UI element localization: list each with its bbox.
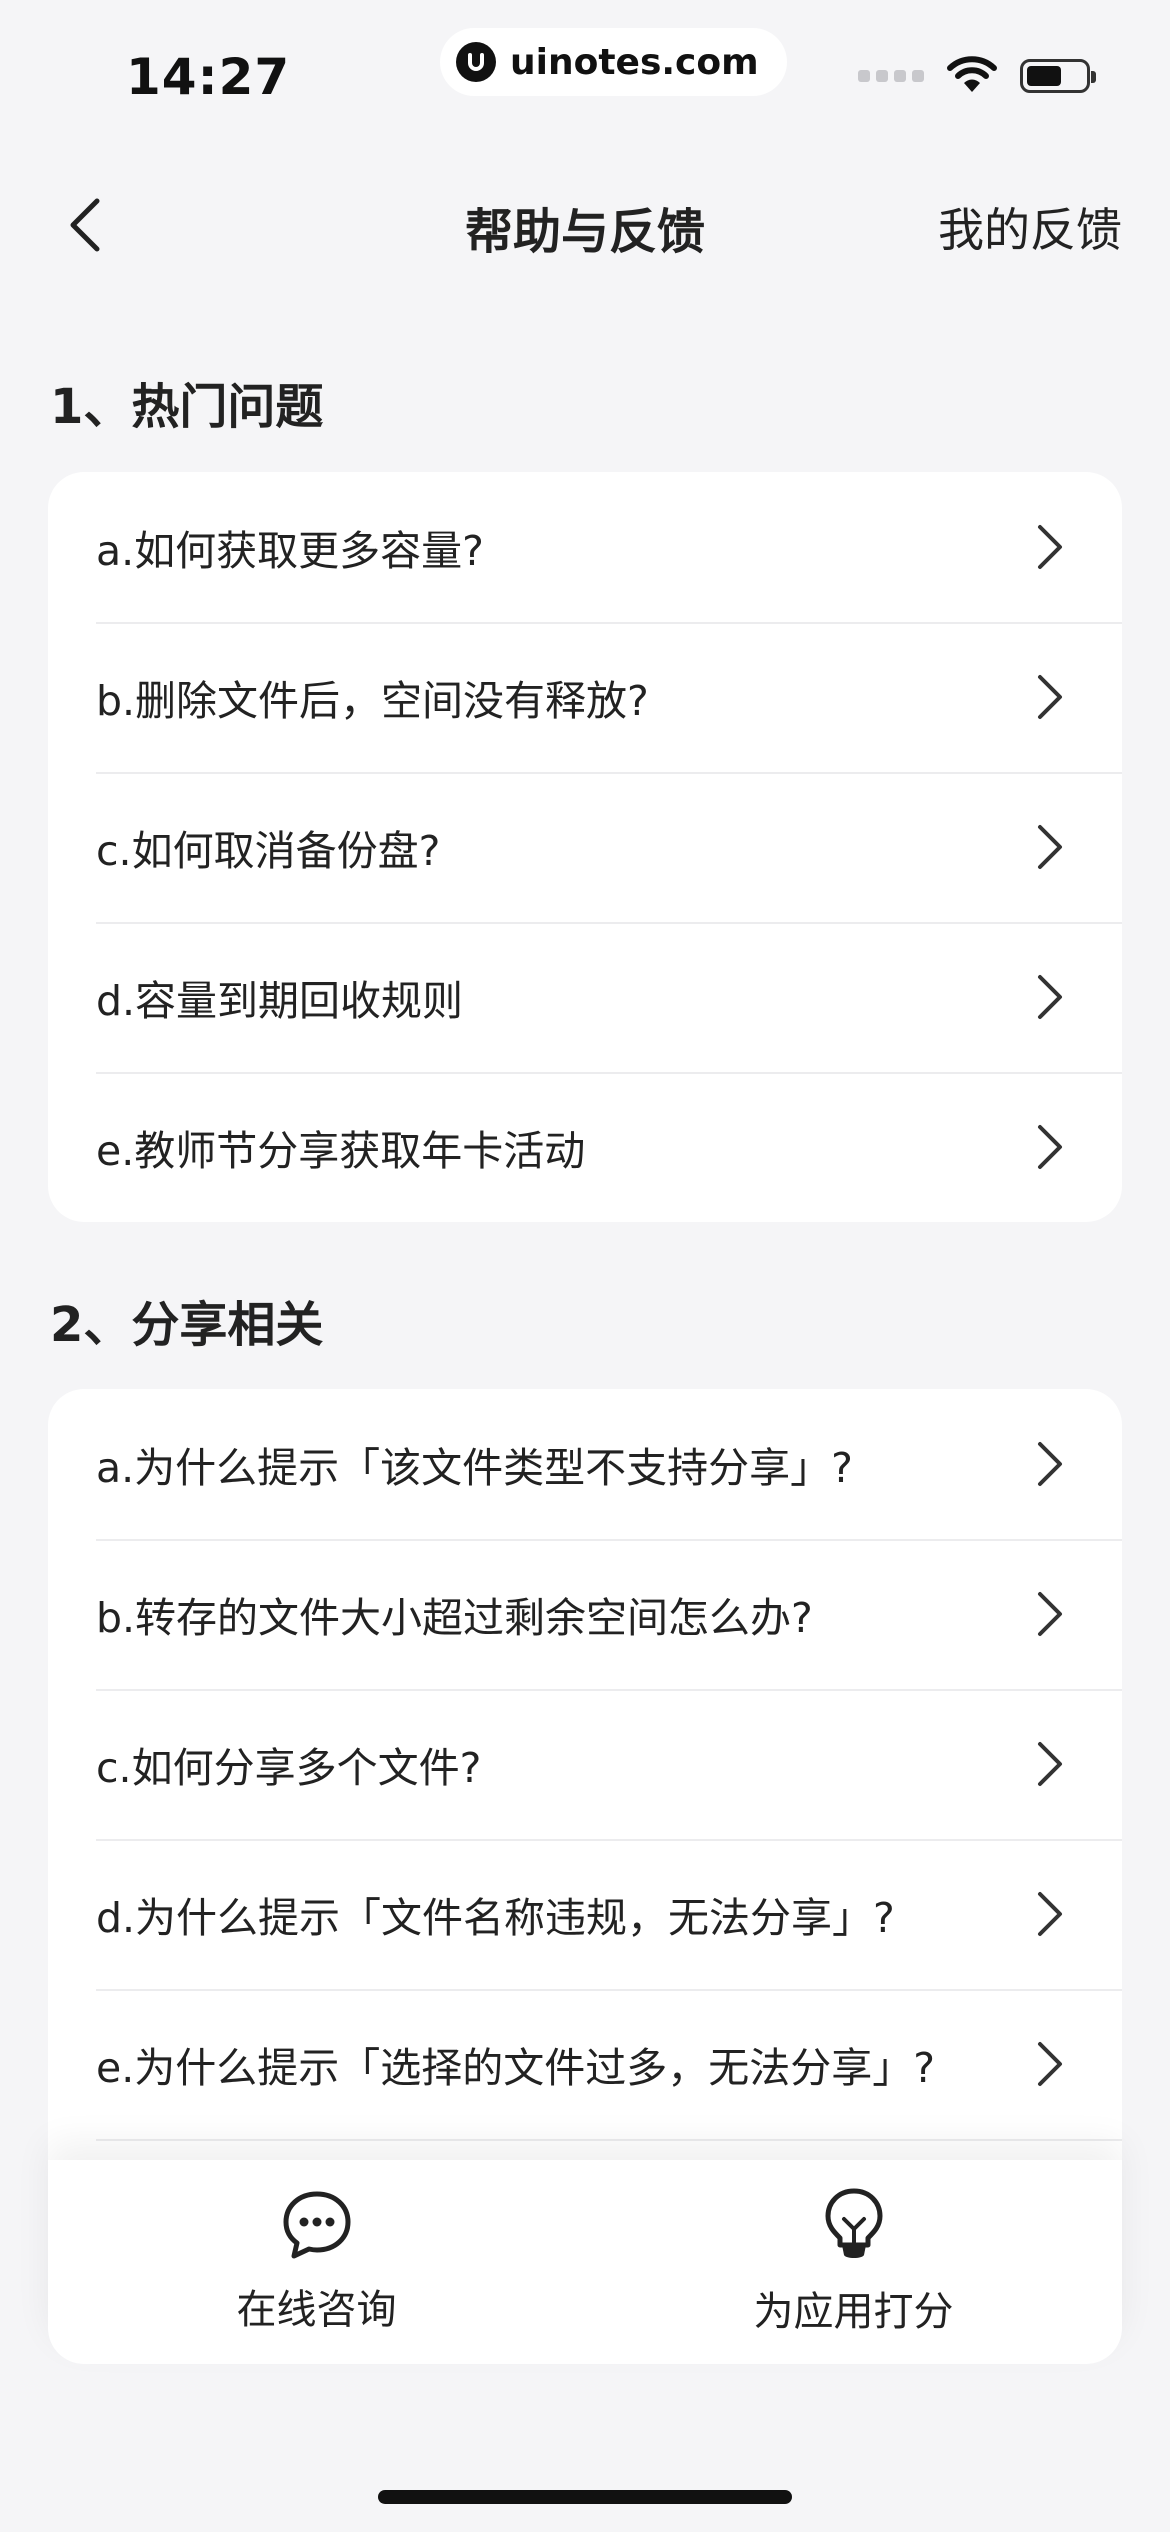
list-item-label: b.删除文件后，空间没有释放? — [96, 677, 649, 725]
list-item[interactable]: e.教师节分享获取年卡活动 — [48, 1072, 1122, 1222]
chat-bubble-icon — [281, 2189, 353, 2265]
online-consult-label: 在线咨询 — [236, 2287, 397, 2333]
battery-icon — [1020, 59, 1096, 93]
bottom-action-bar: 在线咨询 为应用打分 — [48, 2160, 1122, 2364]
list-item-label: c.如何取消备份盘? — [96, 827, 441, 875]
list-item[interactable]: b.删除文件后，空间没有释放? — [48, 622, 1122, 772]
home-indicator[interactable] — [378, 2490, 792, 2504]
list-item-label: e.为什么提示「选择的文件过多，无法分享」? — [96, 2044, 936, 2092]
lightbulb-icon — [822, 2187, 886, 2267]
list-item-label: e.教师节分享获取年卡活动 — [96, 1127, 586, 1175]
list-item[interactable]: c.如何取消备份盘? — [48, 772, 1122, 922]
status-time: 14:27 — [126, 48, 291, 106]
battery-level-fill — [1027, 66, 1061, 86]
list-item-label: c.如何分享多个文件? — [96, 1744, 482, 1792]
list-item[interactable]: d.容量到期回收规则 — [48, 922, 1122, 1072]
rate-app-label: 为应用打分 — [753, 2289, 954, 2335]
chevron-right-icon — [1030, 1122, 1070, 1172]
list-item-label: d.容量到期回收规则 — [96, 977, 464, 1025]
wifi-icon — [946, 54, 998, 98]
list-item[interactable]: a.如何获取更多容量? — [48, 472, 1122, 622]
section-title-hot-questions: 1、热门问题 — [50, 379, 324, 435]
list-item-label: a.如何获取更多容量? — [96, 527, 484, 575]
hot-questions-card: a.如何获取更多容量? b.删除文件后，空间没有释放? c.如何取消备份盘? d… — [48, 472, 1122, 1222]
list-item[interactable]: c.如何分享多个文件? — [48, 1689, 1122, 1839]
section-title-sharing: 2、分享相关 — [50, 1297, 324, 1353]
chevron-right-icon — [1030, 672, 1070, 722]
watermark-badge: uinotes.com — [440, 28, 787, 96]
watermark-text: uinotes.com — [510, 41, 759, 83]
list-item[interactable]: a.为什么提示「该文件类型不支持分享」? — [48, 1389, 1122, 1539]
rate-app-button[interactable]: 为应用打分 — [585, 2160, 1122, 2364]
chevron-right-icon — [1030, 1739, 1070, 1789]
chevron-right-icon — [1030, 972, 1070, 1022]
uinotes-logo-icon — [456, 42, 496, 82]
my-feedback-button[interactable]: 我的反馈 — [938, 194, 1122, 260]
status-bar: 14:27 uinotes.com — [0, 0, 1170, 150]
list-item[interactable]: b.转存的文件大小超过剩余空间怎么办? — [48, 1539, 1122, 1689]
status-indicators — [858, 54, 1096, 98]
list-item[interactable]: d.为什么提示「文件名称违规，无法分享」? — [48, 1839, 1122, 1989]
list-item-label: d.为什么提示「文件名称违规，无法分享」? — [96, 1894, 895, 1942]
chevron-right-icon — [1030, 2039, 1070, 2089]
navigation-bar: 帮助与反馈 我的反馈 — [0, 150, 1170, 300]
list-item[interactable]: e.为什么提示「选择的文件过多，无法分享」? — [48, 1989, 1122, 2139]
chevron-right-icon — [1030, 522, 1070, 572]
chevron-right-icon — [1030, 1439, 1070, 1489]
chevron-right-icon — [1030, 1589, 1070, 1639]
sharing-card: a.为什么提示「该文件类型不支持分享」? b.转存的文件大小超过剩余空间怎么办?… — [48, 1389, 1122, 2189]
chevron-right-icon — [1030, 1889, 1070, 1939]
chevron-right-icon — [1030, 822, 1070, 872]
online-consult-button[interactable]: 在线咨询 — [48, 2160, 585, 2364]
list-item-label: a.为什么提示「该文件类型不支持分享」? — [96, 1444, 853, 1492]
list-item-label: b.转存的文件大小超过剩余空间怎么办? — [96, 1594, 813, 1642]
cellular-signal-icon — [858, 70, 924, 82]
